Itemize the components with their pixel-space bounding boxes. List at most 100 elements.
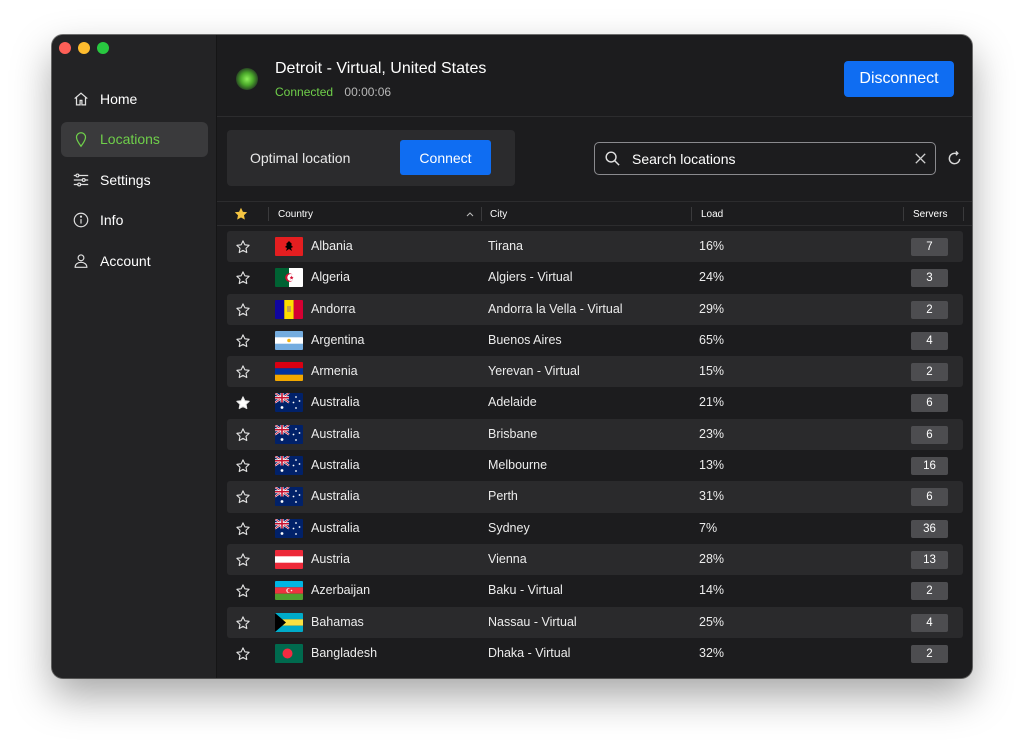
sidebar: Home Locations Settings Info Account <box>52 35 217 678</box>
country-cell: Armenia <box>311 364 358 379</box>
sidebar-nav: Home Locations Settings Info Account <box>61 81 208 284</box>
favorite-star-icon[interactable] <box>235 427 251 443</box>
sliders-icon <box>71 170 91 190</box>
load-cell: 25% <box>699 614 725 629</box>
city-cell: Vienna <box>488 551 527 566</box>
sidebar-item-account[interactable]: Account <box>61 243 208 278</box>
servers-count-badge: 2 <box>911 644 948 663</box>
servers-count-badge: 2 <box>911 300 948 319</box>
load-cell: 13% <box>699 458 725 473</box>
table-row[interactable]: Australia Sydney 7% 36 <box>227 513 963 544</box>
column-header-country[interactable]: Country <box>278 209 313 220</box>
table-header: Country City Load Servers <box>217 201 972 226</box>
country-cell: Bahamas <box>311 614 364 629</box>
city-cell: Yerevan - Virtual <box>488 364 580 379</box>
connect-button[interactable]: Connect <box>400 140 491 175</box>
servers-count-badge: 4 <box>911 331 948 350</box>
sidebar-item-label: Home <box>100 90 138 107</box>
favorite-star-icon[interactable] <box>235 302 251 318</box>
country-cell: Australia <box>311 458 360 473</box>
table-row[interactable]: Andorra Andorra la Vella - Virtual 29% 2 <box>227 293 963 325</box>
favorite-star-filled-icon[interactable] <box>235 395 251 411</box>
sort-ascending-icon <box>466 212 474 217</box>
favorite-star-icon[interactable] <box>235 552 251 568</box>
servers-count-badge: 2 <box>911 363 948 382</box>
optimal-location-card: Optimal location Connect <box>227 130 515 186</box>
column-header-servers[interactable]: Servers <box>913 209 947 220</box>
search-input[interactable]: Search locations <box>594 142 936 175</box>
sidebar-item-info[interactable]: Info <box>61 203 208 238</box>
sidebar-item-settings[interactable]: Settings <box>61 162 208 197</box>
favorite-star-icon[interactable] <box>235 615 251 631</box>
table-row[interactable]: Algeria Algiers - Virtual 24% 3 <box>227 262 963 293</box>
connection-status: Connected 00:00:06 <box>275 85 391 99</box>
load-cell: 7% <box>699 520 718 535</box>
sidebar-item-locations[interactable]: Locations <box>61 121 208 157</box>
table-row[interactable]: Australia Melbourne 13% 16 <box>227 450 963 481</box>
argentina-flag-icon <box>275 330 303 350</box>
favorite-star-icon[interactable] <box>235 583 251 599</box>
favorite-star-icon[interactable] <box>235 458 251 474</box>
favorite-star-icon[interactable] <box>235 646 251 662</box>
table-row[interactable]: Australia Brisbane 23% 6 <box>227 418 963 451</box>
load-cell: 21% <box>699 395 725 410</box>
search-placeholder: Search locations <box>632 151 736 167</box>
close-window-button[interactable] <box>59 42 71 54</box>
favorite-star-icon[interactable] <box>235 333 251 349</box>
city-cell: Baku - Virtual <box>488 583 563 598</box>
country-cell: Argentina <box>311 332 365 347</box>
load-cell: 29% <box>699 301 725 316</box>
country-cell: Australia <box>311 520 360 535</box>
load-cell: 28% <box>699 551 725 566</box>
city-cell: Dhaka - Virtual <box>488 645 571 660</box>
optimal-location-label: Optimal location <box>250 150 351 166</box>
minimize-window-button[interactable] <box>78 42 90 54</box>
load-cell: 65% <box>699 332 725 347</box>
clear-search-icon[interactable] <box>913 151 928 166</box>
table-row[interactable]: Bahamas Nassau - Virtual 25% 4 <box>227 606 963 638</box>
load-cell: 16% <box>699 239 725 253</box>
servers-count-badge: 2 <box>911 582 948 601</box>
algeria-flag-icon <box>275 268 303 288</box>
table-row[interactable]: Australia Perth 31% 6 <box>227 481 963 513</box>
refresh-icon[interactable] <box>946 150 963 167</box>
city-cell: Perth <box>488 489 518 504</box>
favorite-star-icon[interactable] <box>235 521 251 537</box>
locations-list: Albania Tirana 16% 7 Algeria Algiers - Virtua… <box>227 231 963 669</box>
table-row[interactable]: Bangladesh Dhaka - Virtual 32% 2 <box>227 638 963 669</box>
window-controls <box>59 42 109 54</box>
table-row[interactable]: Austria Vienna 28% 13 <box>227 543 963 576</box>
favorites-star-icon[interactable] <box>234 207 248 221</box>
column-separator <box>481 207 482 221</box>
location-pin-icon <box>71 129 91 149</box>
servers-count-badge: 13 <box>911 550 948 569</box>
disconnect-button[interactable]: Disconnect <box>844 61 954 97</box>
favorite-star-icon[interactable] <box>235 489 251 505</box>
app-window: Home Locations Settings Info Account Det… <box>52 35 972 678</box>
table-row[interactable]: Australia Adelaide 21% 6 <box>227 387 963 418</box>
country-cell: Bangladesh <box>311 645 378 660</box>
favorite-star-icon[interactable] <box>235 364 251 380</box>
column-header-load[interactable]: Load <box>701 209 723 220</box>
column-separator <box>963 207 964 221</box>
city-cell: Buenos Aires <box>488 332 562 347</box>
sidebar-item-label: Locations <box>100 131 160 147</box>
australia-flag-icon <box>275 424 303 444</box>
table-row[interactable]: Armenia Yerevan - Virtual 15% 2 <box>227 356 963 388</box>
favorite-star-icon[interactable] <box>235 239 251 255</box>
load-cell: 24% <box>699 270 725 285</box>
servers-count-badge: 6 <box>911 425 948 444</box>
table-row[interactable]: Azerbaijan Baku - Virtual 14% 2 <box>227 575 963 606</box>
country-cell: Australia <box>311 489 360 504</box>
zoom-window-button[interactable] <box>97 42 109 54</box>
column-header-city[interactable]: City <box>490 209 507 220</box>
table-row[interactable]: Argentina Buenos Aires 65% 4 <box>227 325 963 356</box>
home-icon <box>71 89 91 109</box>
table-row[interactable]: Albania Tirana 16% 7 <box>227 231 963 263</box>
sidebar-item-label: Account <box>100 252 151 269</box>
sidebar-item-label: Info <box>100 212 124 228</box>
favorite-star-icon[interactable] <box>235 270 251 286</box>
servers-count-badge: 6 <box>911 394 948 413</box>
load-cell: 32% <box>699 645 725 660</box>
sidebar-item-home[interactable]: Home <box>61 81 208 116</box>
